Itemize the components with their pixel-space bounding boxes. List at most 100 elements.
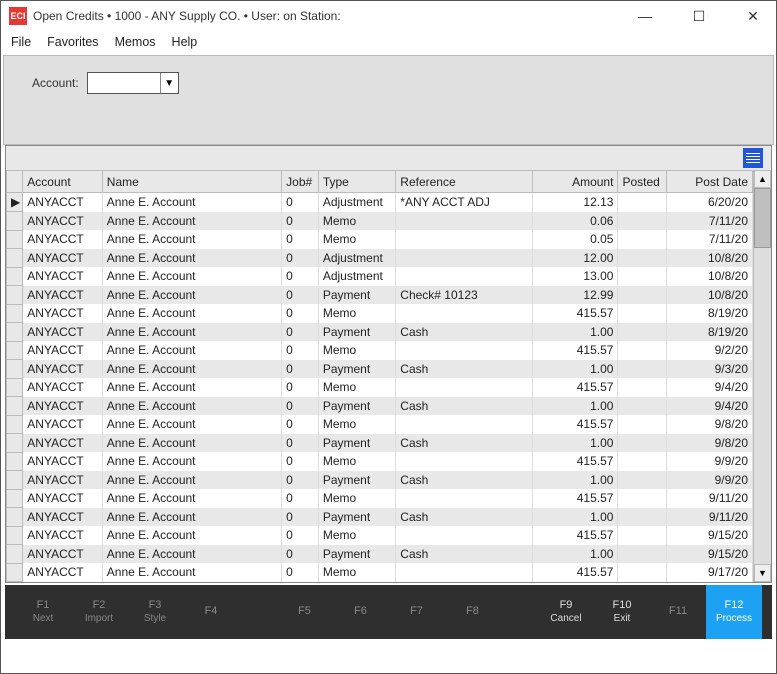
table-row[interactable]: ANYACCTAnne E. Account0PaymentCheck# 101… <box>7 286 753 305</box>
table-row[interactable]: ANYACCTAnne E. Account0PaymentCash1.009/… <box>7 434 753 453</box>
table-row[interactable]: ANYACCTAnne E. Account0Memo415.579/15/20 <box>7 526 753 545</box>
row-selector[interactable] <box>7 489 23 508</box>
col-type[interactable]: Type <box>318 171 395 193</box>
f7-button[interactable]: F7 <box>389 605 445 618</box>
cell-posted <box>618 452 667 471</box>
row-selector[interactable] <box>7 508 23 527</box>
row-selector[interactable]: ▶ <box>7 193 23 212</box>
cell-job: 0 <box>282 563 319 582</box>
col-amount[interactable]: Amount <box>532 171 618 193</box>
cell-postdate: 9/9/20 <box>667 471 753 490</box>
scroll-down-icon[interactable]: ▼ <box>754 564 771 582</box>
f4-button[interactable]: F4 <box>183 605 239 618</box>
cell-type: Payment <box>318 360 395 379</box>
table-row[interactable]: ANYACCTAnne E. Account0PaymentCash1.008/… <box>7 323 753 342</box>
table-row[interactable]: ANYACCTAnne E. Account0Adjustment13.0010… <box>7 267 753 286</box>
table-row[interactable]: ANYACCTAnne E. Account0Memo415.579/17/20 <box>7 563 753 582</box>
menu-file[interactable]: File <box>11 35 31 49</box>
close-button[interactable]: ✕ <box>738 8 768 25</box>
row-selector[interactable] <box>7 471 23 490</box>
vertical-scrollbar[interactable]: ▲ ▼ <box>753 170 771 582</box>
table-row[interactable]: ANYACCTAnne E. Account0Memo0.057/11/20 <box>7 230 753 249</box>
cell-type: Payment <box>318 471 395 490</box>
row-selector[interactable] <box>7 397 23 416</box>
row-selector[interactable] <box>7 582 23 583</box>
minimize-button[interactable]: — <box>630 8 660 25</box>
row-selector[interactable] <box>7 249 23 268</box>
cell-account: ANYACCT <box>23 267 102 286</box>
table-row[interactable]: ANYACCTAnne E. Account0PaymentCash1.009/… <box>7 360 753 379</box>
col-job[interactable]: Job# <box>282 171 319 193</box>
f11-button[interactable]: F11 <box>650 605 706 618</box>
col-name[interactable]: Name <box>102 171 281 193</box>
f5-button[interactable]: F5 <box>277 605 333 618</box>
row-selector[interactable] <box>7 212 23 231</box>
scroll-thumb[interactable] <box>754 188 771 248</box>
row-selector[interactable] <box>7 267 23 286</box>
menu-favorites[interactable]: Favorites <box>47 35 98 49</box>
cell-reference <box>396 267 533 286</box>
col-reference[interactable]: Reference <box>396 171 533 193</box>
f3-button[interactable]: F3Style <box>127 599 183 624</box>
table-row[interactable]: ANYACCTAnne E. Account0Memo415.579/2/20 <box>7 341 753 360</box>
f12-process-button[interactable]: F12Process <box>706 585 762 639</box>
f10-exit-button[interactable]: F10Exit <box>594 599 650 624</box>
f1-button[interactable]: F1Next <box>15 599 71 624</box>
f2-button[interactable]: F2Import <box>71 599 127 624</box>
list-view-icon[interactable] <box>743 148 763 168</box>
row-selector[interactable] <box>7 341 23 360</box>
f8-button[interactable]: F8 <box>445 605 501 618</box>
row-selector[interactable] <box>7 452 23 471</box>
row-selector[interactable] <box>7 286 23 305</box>
table-row[interactable]: ANYACCTAnne E. Account0PaymentCash1.009/… <box>7 582 753 583</box>
account-dropdown[interactable]: ▼ <box>87 72 179 94</box>
credits-table[interactable]: Account Name Job# Type Reference Amount … <box>6 170 753 582</box>
row-selector[interactable] <box>7 323 23 342</box>
cell-name: Anne E. Account <box>102 249 281 268</box>
cell-amount: 415.57 <box>532 563 618 582</box>
table-row[interactable]: ANYACCTAnne E. Account0Memo0.067/11/20 <box>7 212 753 231</box>
maximize-button[interactable]: ☐ <box>684 8 714 25</box>
cell-postdate: 9/4/20 <box>667 378 753 397</box>
table-row[interactable]: ANYACCTAnne E. Account0PaymentCash1.009/… <box>7 508 753 527</box>
cell-type: Payment <box>318 434 395 453</box>
row-selector[interactable] <box>7 545 23 564</box>
cell-account: ANYACCT <box>23 582 102 583</box>
cell-account: ANYACCT <box>23 230 102 249</box>
row-selector[interactable] <box>7 230 23 249</box>
col-account[interactable]: Account <box>23 171 102 193</box>
row-selector[interactable] <box>7 304 23 323</box>
cell-job: 0 <box>282 434 319 453</box>
cell-job: 0 <box>282 230 319 249</box>
table-row[interactable]: ANYACCTAnne E. Account0Memo415.579/9/20 <box>7 452 753 471</box>
row-selector[interactable] <box>7 563 23 582</box>
f9-cancel-button[interactable]: F9Cancel <box>538 599 594 624</box>
table-row[interactable]: ANYACCTAnne E. Account0Memo415.579/4/20 <box>7 378 753 397</box>
scroll-up-icon[interactable]: ▲ <box>754 170 771 188</box>
scroll-track[interactable] <box>754 188 771 564</box>
table-row[interactable]: ANYACCTAnne E. Account0Adjustment12.0010… <box>7 249 753 268</box>
grid: Account Name Job# Type Reference Amount … <box>5 145 772 583</box>
f6-button[interactable]: F6 <box>333 605 389 618</box>
table-row[interactable]: ANYACCTAnne E. Account0Memo415.578/19/20 <box>7 304 753 323</box>
cell-amount: 13.00 <box>532 267 618 286</box>
row-selector[interactable] <box>7 415 23 434</box>
cell-name: Anne E. Account <box>102 193 281 212</box>
table-row[interactable]: ▶ANYACCTAnne E. Account0Adjustment*ANY A… <box>7 193 753 212</box>
table-row[interactable]: ANYACCTAnne E. Account0PaymentCash1.009/… <box>7 545 753 564</box>
table-row[interactable]: ANYACCTAnne E. Account0Memo415.579/11/20 <box>7 489 753 508</box>
row-selector[interactable] <box>7 434 23 453</box>
menu-memos[interactable]: Memos <box>115 35 156 49</box>
col-postdate[interactable]: Post Date <box>667 171 753 193</box>
menu-help[interactable]: Help <box>172 35 198 49</box>
row-selector[interactable] <box>7 378 23 397</box>
table-row[interactable]: ANYACCTAnne E. Account0Memo415.579/8/20 <box>7 415 753 434</box>
row-selector[interactable] <box>7 526 23 545</box>
table-row[interactable]: ANYACCTAnne E. Account0PaymentCash1.009/… <box>7 397 753 416</box>
col-posted[interactable]: Posted <box>618 171 667 193</box>
cell-reference <box>396 249 533 268</box>
row-selector[interactable] <box>7 360 23 379</box>
cell-reference <box>396 415 533 434</box>
table-row[interactable]: ANYACCTAnne E. Account0PaymentCash1.009/… <box>7 471 753 490</box>
cell-account: ANYACCT <box>23 489 102 508</box>
